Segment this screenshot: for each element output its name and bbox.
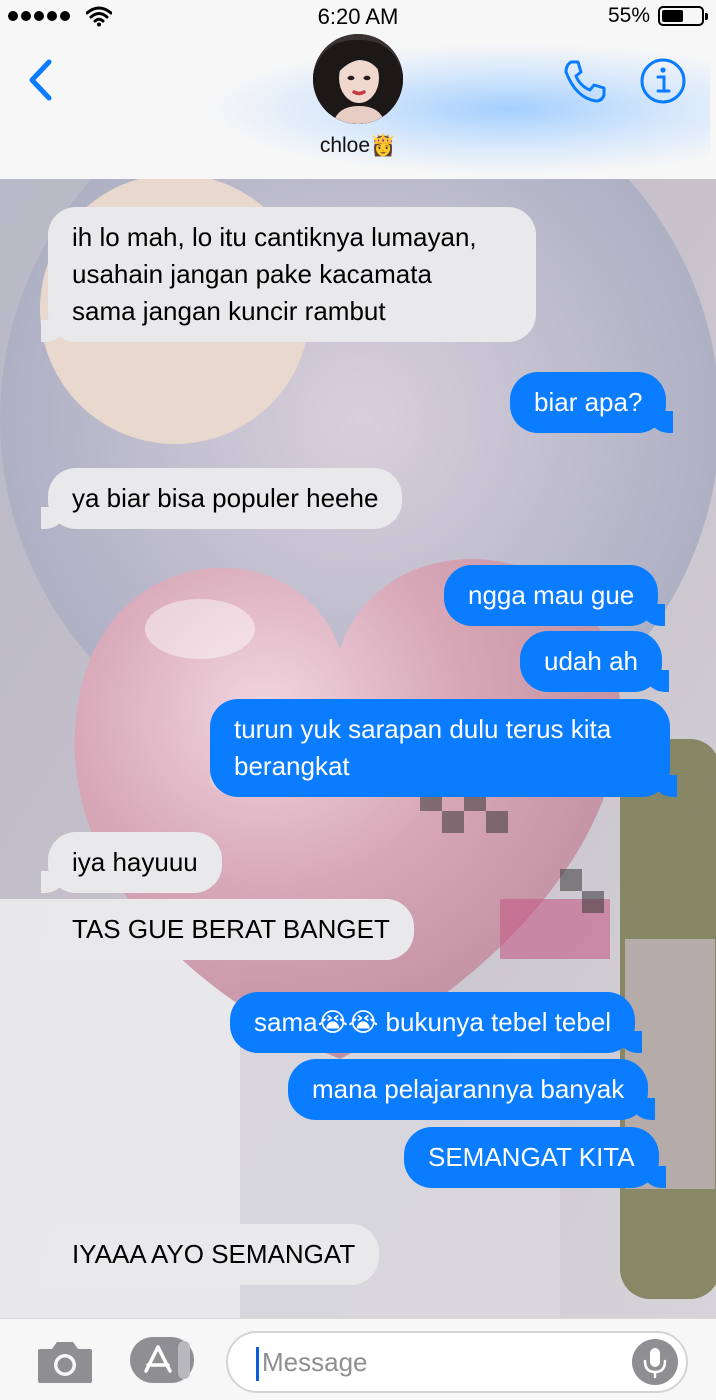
message-text: mana pelajarannya banyak [312, 1074, 625, 1104]
contact-name[interactable]: chloe👸 [0, 134, 716, 158]
phone-icon[interactable] [560, 56, 610, 106]
message-bubble-incoming[interactable]: IYAAA AYO SEMANGAT [40, 1224, 380, 1285]
battery-fill [662, 10, 683, 22]
message-input[interactable] [262, 1333, 622, 1391]
text-caret [256, 1347, 259, 1381]
message-text: turun yuk sarapan dulu terus kita berang… [234, 714, 612, 781]
message-bubble-outgoing[interactable]: sama😭😭 bukunya tebel tebel [230, 992, 643, 1053]
compose-bar [0, 1318, 716, 1400]
back-chevron-icon[interactable] [22, 56, 62, 106]
battery-icon [658, 6, 708, 26]
message-bubble-outgoing[interactable]: turun yuk sarapan dulu terus kita berang… [210, 699, 677, 797]
message-bubble-outgoing[interactable]: mana pelajarannya banyak [288, 1059, 656, 1120]
message-text: ya biar bisa populer heehe [72, 483, 379, 513]
message-text: iya hayuuu [72, 847, 198, 877]
info-icon[interactable] [638, 56, 688, 106]
app-store-icon[interactable] [128, 1335, 196, 1385]
message-bubble-incoming[interactable]: ih lo mah, lo itu cantiknya lumayan, usa… [41, 207, 536, 342]
message-list[interactable]: ih lo mah, lo itu cantiknya lumayan, usa… [0, 179, 716, 1318]
message-bubble-incoming[interactable]: iya hayuuu [41, 832, 222, 893]
message-text: ngga mau gue [468, 580, 635, 610]
message-bubble-outgoing[interactable]: ngga mau gue [444, 565, 666, 626]
message-bubble-outgoing[interactable]: biar apa? [510, 372, 674, 433]
message-bubble-incoming[interactable]: ya biar bisa populer heehe [40, 468, 403, 529]
message-text: TAS GUE BERAT BANGET [72, 914, 390, 944]
microphone-icon[interactable] [632, 1339, 678, 1385]
avatar-portrait-icon [313, 34, 403, 124]
message-bubble-outgoing[interactable]: udah ah [520, 631, 669, 692]
camera-icon[interactable] [36, 1337, 94, 1385]
message-text: ih lo mah, lo itu cantiknya lumayan, usa… [72, 222, 477, 326]
message-bubble-incoming[interactable]: TAS GUE BERAT BANGET [41, 899, 414, 960]
message-text: IYAAA AYO SEMANGAT [72, 1239, 356, 1269]
message-text: SEMANGAT KITA [428, 1142, 635, 1172]
message-input-field[interactable] [226, 1331, 688, 1393]
battery-percentage: 55% [607, 4, 650, 27]
message-text: sama😭😭 bukunya tebel tebel [254, 1007, 612, 1037]
contact-avatar[interactable] [313, 34, 403, 124]
message-text: udah ah [544, 646, 638, 676]
status-bar: 6:20 AM 55% [0, 0, 716, 34]
message-text: biar apa? [534, 387, 643, 417]
conversation-header: chloe👸 [0, 34, 716, 179]
message-bubble-outgoing[interactable]: SEMANGAT KITA [404, 1127, 666, 1188]
